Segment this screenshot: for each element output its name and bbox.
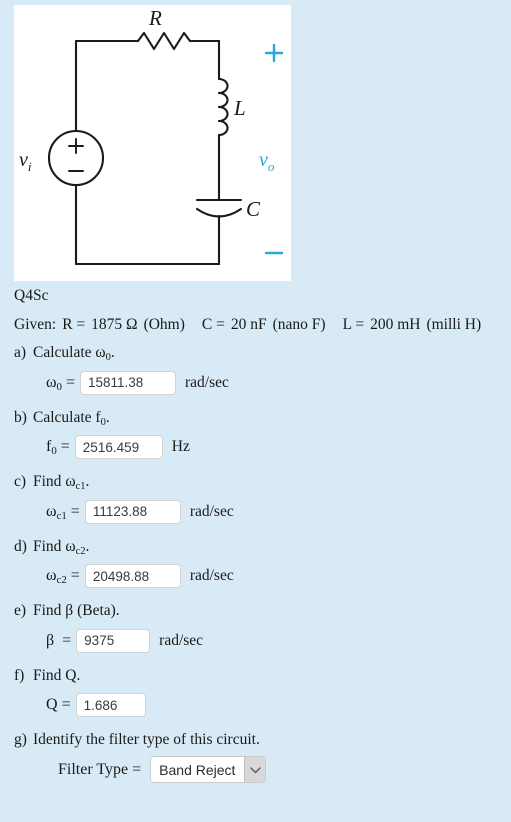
- answer-input-beta[interactable]: [76, 628, 151, 653]
- question-marker-d: d): [14, 537, 27, 555]
- prompt-symbol-d: ω: [65, 537, 76, 555]
- question-marker-e: e): [14, 602, 27, 619]
- given-l-value: 200 mH: [370, 315, 421, 333]
- answer-unit-e: rad/sec: [159, 631, 204, 649]
- answer-unit-d: rad/sec: [189, 567, 234, 584]
- answer-unit-a: rad/sec: [185, 373, 229, 391]
- given-c-unit: (nano F): [272, 315, 326, 333]
- prompt-suffix-a: .: [110, 344, 115, 361]
- inductor-coil-2: [217, 91, 229, 109]
- prompt-text-c: Find: [33, 473, 66, 490]
- prompt-sub-c: c1: [75, 480, 86, 492]
- answer-row-b: f0 = Hz: [0, 434, 511, 460]
- answer-input-omega-c2[interactable]: [84, 564, 181, 588]
- inductor-label: L: [233, 96, 246, 120]
- answer-unit-c: rad/sec: [189, 502, 234, 520]
- question-prompt-c: c) Find ωc1.: [0, 473, 511, 492]
- answer-row-f: Q =: [0, 692, 511, 718]
- resistor-symbol: [136, 31, 192, 51]
- prompt-sub-d: c2: [75, 545, 86, 557]
- prompt-text-b: Calculate: [33, 408, 96, 426]
- capacitor-label: C: [246, 197, 261, 221]
- question-marker-a: a): [14, 344, 27, 361]
- question-prompt-d: d) Find ωc2.: [0, 537, 511, 557]
- given-l-label: L =: [342, 315, 365, 333]
- given-line: Given: R = 1875 Ω (Ohm) C = 20 nF (nano F) L = 2…: [0, 315, 511, 333]
- given-prefix: Given:: [14, 315, 57, 333]
- question-marker-g: g): [14, 731, 27, 748]
- answer-row-d: ωc2 = rad/sec: [0, 563, 511, 589]
- output-plus-icon: [264, 43, 284, 63]
- given-r-label: R =: [62, 315, 86, 333]
- prompt-text-f: Find Q.: [33, 666, 81, 684]
- question-prompt-b: b) Calculate f0.: [0, 408, 511, 427]
- answer-label-b: f0 =: [46, 438, 70, 458]
- prompt-text-a: Calculate: [33, 344, 96, 361]
- prompt-symbol-c: ω: [65, 473, 76, 490]
- answer-row-a: ω0 = rad/sec: [0, 370, 511, 396]
- source-voltage-label: vi: [19, 149, 32, 174]
- prompt-symbol-a: ω: [95, 344, 106, 361]
- prompt-suffix-b: .: [105, 408, 110, 426]
- output-voltage-label: vo: [259, 149, 275, 174]
- filter-type-select[interactable]: Band Reject: [150, 756, 267, 783]
- prompt-text-e: Find β (Beta).: [33, 602, 120, 619]
- answer-input-f0[interactable]: [74, 435, 163, 459]
- prompt-text-g: Identify the filter type of this circuit…: [33, 731, 260, 748]
- source-plus-sign: [68, 138, 84, 154]
- question-prompt-a: a) Calculate ω0.: [0, 344, 511, 363]
- answer-label-d: ωc2 =: [46, 567, 80, 587]
- answer-row-c: ωc1 = rad/sec: [0, 499, 511, 525]
- answer-input-q[interactable]: [75, 693, 146, 717]
- inductor-coil-3: [217, 105, 229, 123]
- prompt-suffix-d: .: [85, 537, 90, 555]
- question-prompt-e: e) Find β (Beta).: [0, 603, 511, 619]
- answer-label-a: ω0 =: [46, 373, 75, 393]
- given-c-label: C =: [201, 315, 225, 333]
- answer-row-g: Filter Type = Band Reject: [0, 756, 511, 783]
- question-marker-b: b): [14, 408, 27, 426]
- answer-row-e: β = rad/sec: [0, 628, 511, 654]
- prompt-suffix-c: .: [85, 473, 90, 490]
- question-marker-c: c): [14, 473, 27, 490]
- given-r-unit: (Ohm): [143, 315, 185, 333]
- question-id: Q4Sc: [14, 287, 49, 304]
- filter-type-selected-value: Band Reject: [151, 757, 245, 782]
- question-marker-f: f): [14, 666, 25, 684]
- circuit-diagram-image: R L C vi vo: [14, 5, 291, 281]
- question-prompt-g: g) Identify the filter type of this circu…: [0, 732, 511, 748]
- resistor-label: R: [148, 6, 162, 30]
- answer-unit-b: Hz: [171, 438, 190, 455]
- question-prompt-f: f) Find Q.: [0, 666, 511, 684]
- answer-label-c: ωc1 =: [46, 502, 80, 522]
- answer-input-omega0[interactable]: [80, 370, 176, 395]
- given-c-value: 20 nF: [230, 315, 267, 333]
- answer-label-f: Q =: [46, 696, 71, 713]
- answer-label-e: β =: [46, 631, 72, 649]
- inductor-coil-1: [217, 77, 229, 95]
- answer-input-omega-c1[interactable]: [84, 499, 181, 524]
- given-l-unit: (milli H): [426, 315, 482, 333]
- filter-type-label: Filter Type =: [58, 760, 142, 778]
- inductor-coil-4: [217, 119, 229, 137]
- prompt-text-d: Find: [33, 537, 66, 555]
- chevron-down-icon: [244, 757, 266, 782]
- given-r-value: 1875 Ω: [91, 315, 138, 333]
- question-content: Q4Sc Given: R = 1875 Ω (Ohm) C = 20 nF (nano F…: [0, 288, 511, 797]
